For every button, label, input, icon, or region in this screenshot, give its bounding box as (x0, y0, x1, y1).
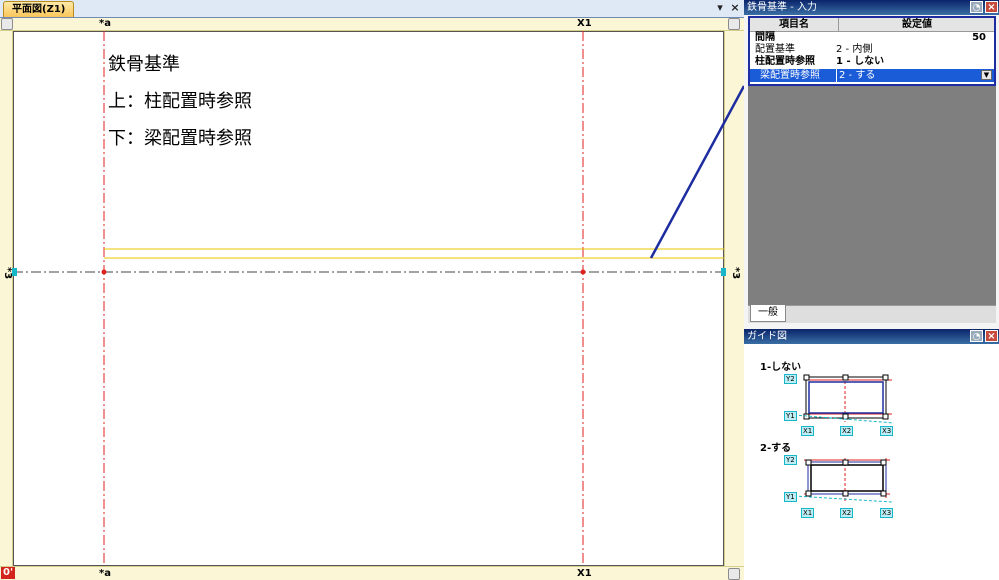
tab-general[interactable]: 一般 (750, 305, 786, 322)
property-grid-header: 項目名 設定値 (750, 18, 994, 32)
property-value[interactable]: 2 - する (836, 69, 993, 82)
axis-bubble-y2: Y2 (784, 374, 797, 384)
guide-diagram-area: 1-しない 2-する Y2 Y1 X1 X2 X3 Y2 Y1 X1 X2 X3 (744, 344, 999, 579)
input-panel-titlebar: 鉄骨基準 - 入力 ◔ × (744, 0, 999, 15)
property-name: 柱配置時参照 (755, 56, 815, 67)
property-row-selected[interactable]: 梁配置時参照 2 - する ▼ (750, 69, 994, 82)
axis-bubble-y1: Y1 (784, 492, 797, 502)
column-header-value: 設定値 (838, 18, 995, 31)
grid-intersection-point (580, 269, 586, 275)
property-row[interactable]: 間隔 50 (750, 32, 994, 43)
note-line: 上：柱配置時参照 (108, 91, 252, 112)
callout-line (649, 85, 744, 259)
axis-bubble-x1: X1 (801, 426, 815, 436)
property-value[interactable]: 2 - 内側 (836, 44, 990, 55)
chevron-down-icon[interactable]: ▼ (981, 70, 992, 80)
plan-view-window: 平面図(Z1) ▾ × *a X1 *3 *3 0' *a X1 鉄骨基準 上：… (0, 0, 745, 580)
pin-icon[interactable]: ◔ (970, 1, 983, 13)
guide-panel-titlebar: ガイド図 ◔ × (744, 329, 999, 344)
property-grid: 項目名 設定値 間隔 50 配置基準 2 - 内側 柱配置時参照 1 - しない… (748, 16, 996, 86)
note-line: 下：梁配置時参照 (108, 128, 252, 149)
guide-diagram-1 (793, 374, 895, 424)
property-name: 配置基準 (755, 44, 795, 55)
guide-panel-title: ガイド図 (747, 331, 787, 342)
annotation-text: 鉄骨基準 上：柱配置時参照 下：梁配置時参照 (108, 46, 252, 157)
axis-bubble-x2: X2 (840, 426, 854, 436)
column-header-item: 項目名 (779, 19, 809, 30)
axis-bubble-x2: X2 (840, 508, 854, 518)
panel-empty-area (748, 86, 996, 305)
axis-bubble-y2: Y2 (784, 455, 797, 465)
note-line: 鉄骨基準 (108, 54, 180, 75)
close-icon[interactable]: × (985, 1, 998, 13)
property-value[interactable]: 1 - しない (836, 56, 990, 67)
axis-end-marker (721, 268, 726, 276)
property-name: 梁配置時参照 (760, 70, 820, 81)
property-row[interactable]: 配置基準 2 - 内側 (750, 44, 994, 55)
close-icon[interactable]: × (985, 330, 998, 342)
axis-bubble-x3: X3 (880, 426, 894, 436)
property-value[interactable]: 50 (836, 32, 990, 43)
pin-icon[interactable]: ◔ (970, 330, 983, 342)
axis-bubble-x3: X3 (880, 508, 894, 518)
input-panel-title: 鉄骨基準 - 入力 (747, 2, 817, 13)
axis-bubble-x1: X1 (801, 508, 815, 518)
guide-diagram-2 (793, 458, 893, 503)
axis-bubble-y1: Y1 (784, 411, 797, 421)
right-dock: 鉄骨基準 - 入力 ◔ × 項目名 設定値 間隔 50 配置基準 2 - 内側 … (744, 0, 999, 579)
property-name: 間隔 (755, 32, 775, 43)
axis-end-marker (12, 268, 17, 276)
property-row[interactable]: 柱配置時参照 1 - しない (750, 56, 994, 67)
guide-diagram-svg (793, 374, 895, 503)
grid-intersection-point (101, 269, 107, 275)
